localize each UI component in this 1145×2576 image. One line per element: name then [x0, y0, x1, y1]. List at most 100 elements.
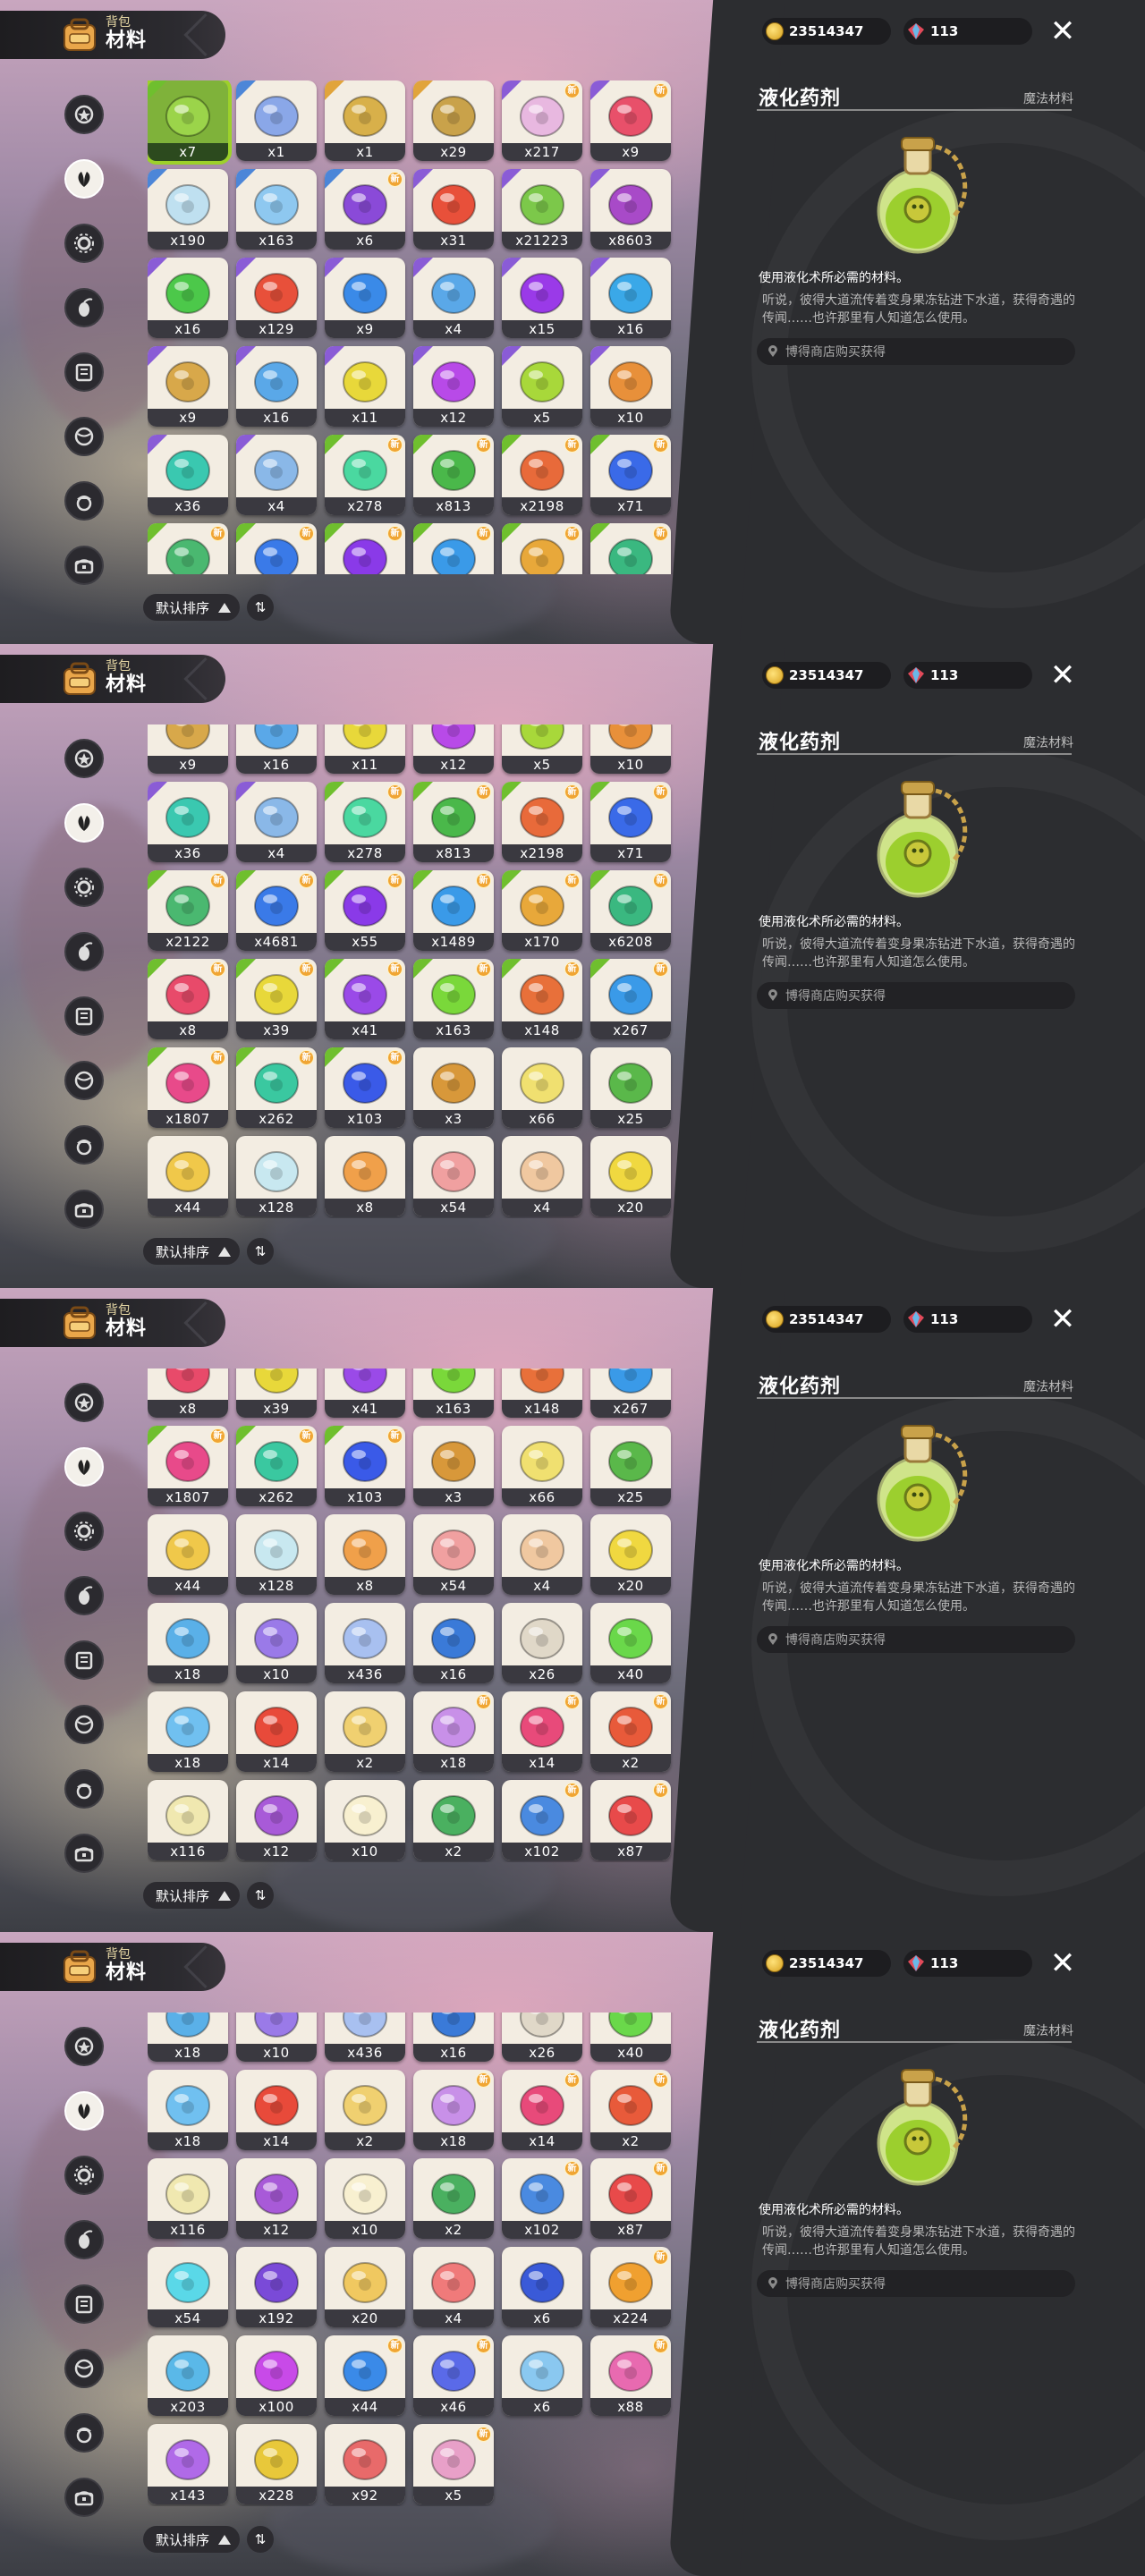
item-source[interactable]: 博得商店购买获得: [757, 338, 1075, 365]
inventory-slot[interactable]: 新x2122: [148, 523, 228, 574]
inventory-slot[interactable]: 新x267: [590, 959, 671, 1040]
coin-counter[interactable]: 23514347: [762, 18, 891, 45]
inventory-slot[interactable]: x16: [236, 346, 317, 427]
sidebar-tab-gear[interactable]: [64, 868, 104, 907]
inventory-slot[interactable]: x15: [502, 258, 582, 338]
item-grid-viewport[interactable]: x9 x16 x11 x12 x5 x10 x36 x4 新 x278 新 x813 新 x2198 新 x7…: [148, 724, 675, 1218]
sidebar-tab-all-items[interactable]: [64, 739, 104, 778]
inventory-slot[interactable]: 新 x18: [413, 1691, 494, 1773]
inventory-slot[interactable]: x10: [325, 1780, 405, 1861]
inventory-slot[interactable]: 新x267: [590, 1368, 671, 1419]
inventory-slot[interactable]: x14: [236, 1691, 317, 1773]
sort-button[interactable]: 默认排序: [143, 1238, 241, 1265]
inventory-slot[interactable]: x9: [148, 346, 228, 427]
inventory-slot[interactable]: x10: [590, 346, 671, 427]
inventory-slot[interactable]: x10: [590, 724, 671, 775]
sort-button[interactable]: 默认排序: [143, 2526, 241, 2553]
item-source[interactable]: 博得商店购买获得: [757, 982, 1075, 1009]
sidebar-tab-seed[interactable]: [64, 1576, 104, 1615]
inventory-slot[interactable]: x10: [236, 2012, 317, 2063]
inventory-slot[interactable]: x36: [148, 782, 228, 863]
inventory-slot[interactable]: 新 x39: [236, 959, 317, 1040]
inventory-slot[interactable]: x4: [236, 782, 317, 863]
inventory-slot[interactable]: 新 x71: [590, 782, 671, 863]
coin-counter[interactable]: 23514347: [762, 1950, 891, 1977]
close-button[interactable]: ✕: [1048, 1304, 1077, 1335]
inventory-slot[interactable]: 新x1489: [413, 523, 494, 574]
sidebar-tab-recipe-scroll[interactable]: [64, 352, 104, 392]
inventory-slot[interactable]: x10: [236, 1603, 317, 1684]
inventory-slot[interactable]: x5: [502, 346, 582, 427]
inventory-slot[interactable]: 新 x2: [590, 2070, 671, 2151]
inventory-slot[interactable]: x8603: [590, 169, 671, 250]
inventory-slot[interactable]: x3: [413, 1047, 494, 1129]
inventory-slot[interactable]: x6: [502, 2335, 582, 2417]
inventory-slot[interactable]: x12: [413, 724, 494, 775]
inventory-slot[interactable]: 新x148: [502, 1368, 582, 1419]
inventory-slot[interactable]: x18: [148, 1603, 228, 1684]
inventory-slot[interactable]: x2: [413, 1780, 494, 1861]
inventory-slot[interactable]: x228: [236, 2424, 317, 2505]
inventory-slot[interactable]: x20: [590, 1136, 671, 1217]
inventory-slot[interactable]: 新 x14: [502, 2070, 582, 2151]
sidebar-tab-materials[interactable]: [64, 803, 104, 843]
inventory-slot[interactable]: 新 x6: [325, 169, 405, 250]
inventory-slot[interactable]: x6: [502, 2247, 582, 2328]
inventory-slot[interactable]: x16: [413, 1603, 494, 1684]
inventory-slot[interactable]: x12: [236, 2158, 317, 2240]
inventory-slot[interactable]: 新 x2198: [502, 435, 582, 515]
inventory-slot[interactable]: x21223: [502, 169, 582, 250]
inventory-slot[interactable]: 新 x170: [502, 870, 582, 952]
inventory-slot[interactable]: 新 x813: [413, 782, 494, 863]
inventory-slot[interactable]: 新 x44: [325, 2335, 405, 2417]
inventory-slot[interactable]: 新x163: [413, 1368, 494, 1419]
sidebar-tab-materials[interactable]: [64, 1447, 104, 1487]
gem-counter[interactable]: 113: [903, 1950, 1032, 1977]
inventory-slot[interactable]: x8: [325, 1136, 405, 1217]
inventory-slot[interactable]: 新 x6208: [590, 870, 671, 952]
inventory-slot[interactable]: 新 x9: [590, 80, 671, 161]
close-button[interactable]: ✕: [1048, 660, 1077, 691]
sidebar-tab-chest[interactable]: [64, 546, 104, 585]
inventory-slot[interactable]: x1: [236, 80, 317, 161]
item-source[interactable]: 博得商店购买获得: [757, 1626, 1075, 1653]
inventory-slot[interactable]: x18: [148, 2012, 228, 2063]
inventory-slot[interactable]: 新 x5: [413, 2424, 494, 2505]
sidebar-tab-seed[interactable]: [64, 932, 104, 971]
inventory-slot[interactable]: x4: [502, 1514, 582, 1596]
inventory-slot[interactable]: x4: [502, 1136, 582, 1217]
inventory-slot[interactable]: x66: [502, 1426, 582, 1507]
inventory-slot[interactable]: 新x8: [148, 1368, 228, 1419]
sidebar-tab-ball[interactable]: [64, 2349, 104, 2388]
inventory-slot[interactable]: 新 x224: [590, 2247, 671, 2328]
inventory-slot[interactable]: 新x2122: [148, 870, 228, 952]
inventory-slot[interactable]: x29: [413, 80, 494, 161]
inventory-slot[interactable]: 新 x18: [413, 2070, 494, 2151]
inventory-slot[interactable]: x2: [325, 1691, 405, 1773]
sidebar-tab-all-items[interactable]: [64, 95, 104, 134]
inventory-slot[interactable]: 新 x41: [325, 959, 405, 1040]
inventory-slot[interactable]: x66: [502, 1047, 582, 1129]
inventory-slot[interactable]: 新 x262: [236, 1426, 317, 1507]
inventory-slot[interactable]: x54: [413, 1136, 494, 1217]
close-button[interactable]: ✕: [1048, 16, 1077, 47]
inventory-slot[interactable]: 新x1489: [413, 870, 494, 952]
sidebar-tab-chest[interactable]: [64, 2478, 104, 2517]
inventory-slot[interactable]: x436: [325, 2012, 405, 2063]
sidebar-tab-recipe-scroll[interactable]: [64, 996, 104, 1036]
inventory-slot[interactable]: x16: [236, 724, 317, 775]
inventory-slot[interactable]: 新 x102: [502, 1780, 582, 1861]
inventory-slot[interactable]: x4: [236, 435, 317, 515]
coin-counter[interactable]: 23514347: [762, 1306, 891, 1333]
inventory-slot[interactable]: x12: [236, 1780, 317, 1861]
inventory-slot[interactable]: x163: [236, 169, 317, 250]
inventory-slot[interactable]: x12: [413, 346, 494, 427]
inventory-slot[interactable]: x192: [236, 2247, 317, 2328]
inventory-slot[interactable]: x31: [413, 169, 494, 250]
sidebar-tab-ball[interactable]: [64, 1705, 104, 1744]
inventory-slot[interactable]: 新x4681: [236, 523, 317, 574]
inventory-slot[interactable]: x18: [148, 1691, 228, 1773]
inventory-slot[interactable]: 新 x1807: [148, 1047, 228, 1129]
inventory-slot[interactable]: 新 x88: [590, 2335, 671, 2417]
item-grid-viewport[interactable]: x18 x10 x436 x16 x26 x40 x18 x14 x2 新 x18 新 x14 新 x2 x1…: [148, 2012, 675, 2506]
